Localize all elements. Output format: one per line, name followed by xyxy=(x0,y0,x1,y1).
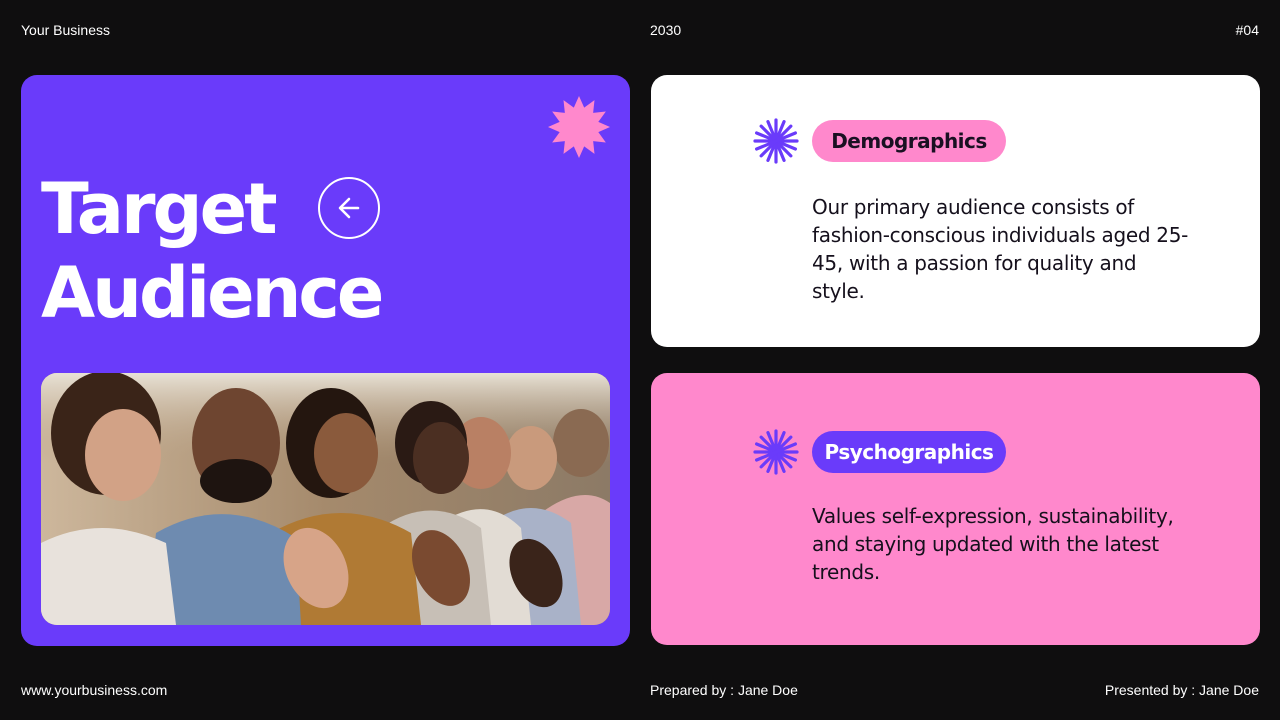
psychographics-card: Psychographics Values self-expression, s… xyxy=(651,373,1260,645)
demographics-card: Demographics Our primary audience consis… xyxy=(651,75,1260,347)
demographics-label: Demographics xyxy=(812,120,1006,162)
psychographics-text: Values self-expression, sustainability, … xyxy=(812,504,1174,584)
back-button[interactable] xyxy=(318,177,380,239)
title-line-2: Audience xyxy=(41,252,384,334)
page-number: #04 xyxy=(1235,22,1259,38)
asterisk-icon xyxy=(753,429,799,475)
demographics-text: Our primary audience consists of fashion… xyxy=(812,195,1189,303)
top-bar: Your Business 2030 #04 xyxy=(21,22,1259,40)
psychographics-label: Psychographics xyxy=(812,431,1006,473)
hero-panel: Target Audience xyxy=(21,75,630,646)
burst-star-icon xyxy=(548,96,610,158)
prepared-by: Prepared by : Jane Doe xyxy=(650,682,798,698)
audience-photo xyxy=(41,373,610,625)
arrow-left-icon xyxy=(338,197,360,219)
business-name: Your Business xyxy=(21,22,110,38)
asterisk-icon xyxy=(753,118,799,164)
footer-bar: www.yourbusiness.com Prepared by : Jane … xyxy=(21,682,1259,700)
audience-photo-image xyxy=(41,373,610,625)
year-label: 2030 xyxy=(650,22,682,38)
presented-by: Presented by : Jane Doe xyxy=(1104,682,1259,698)
website-link[interactable]: www.yourbusiness.com xyxy=(21,682,167,698)
